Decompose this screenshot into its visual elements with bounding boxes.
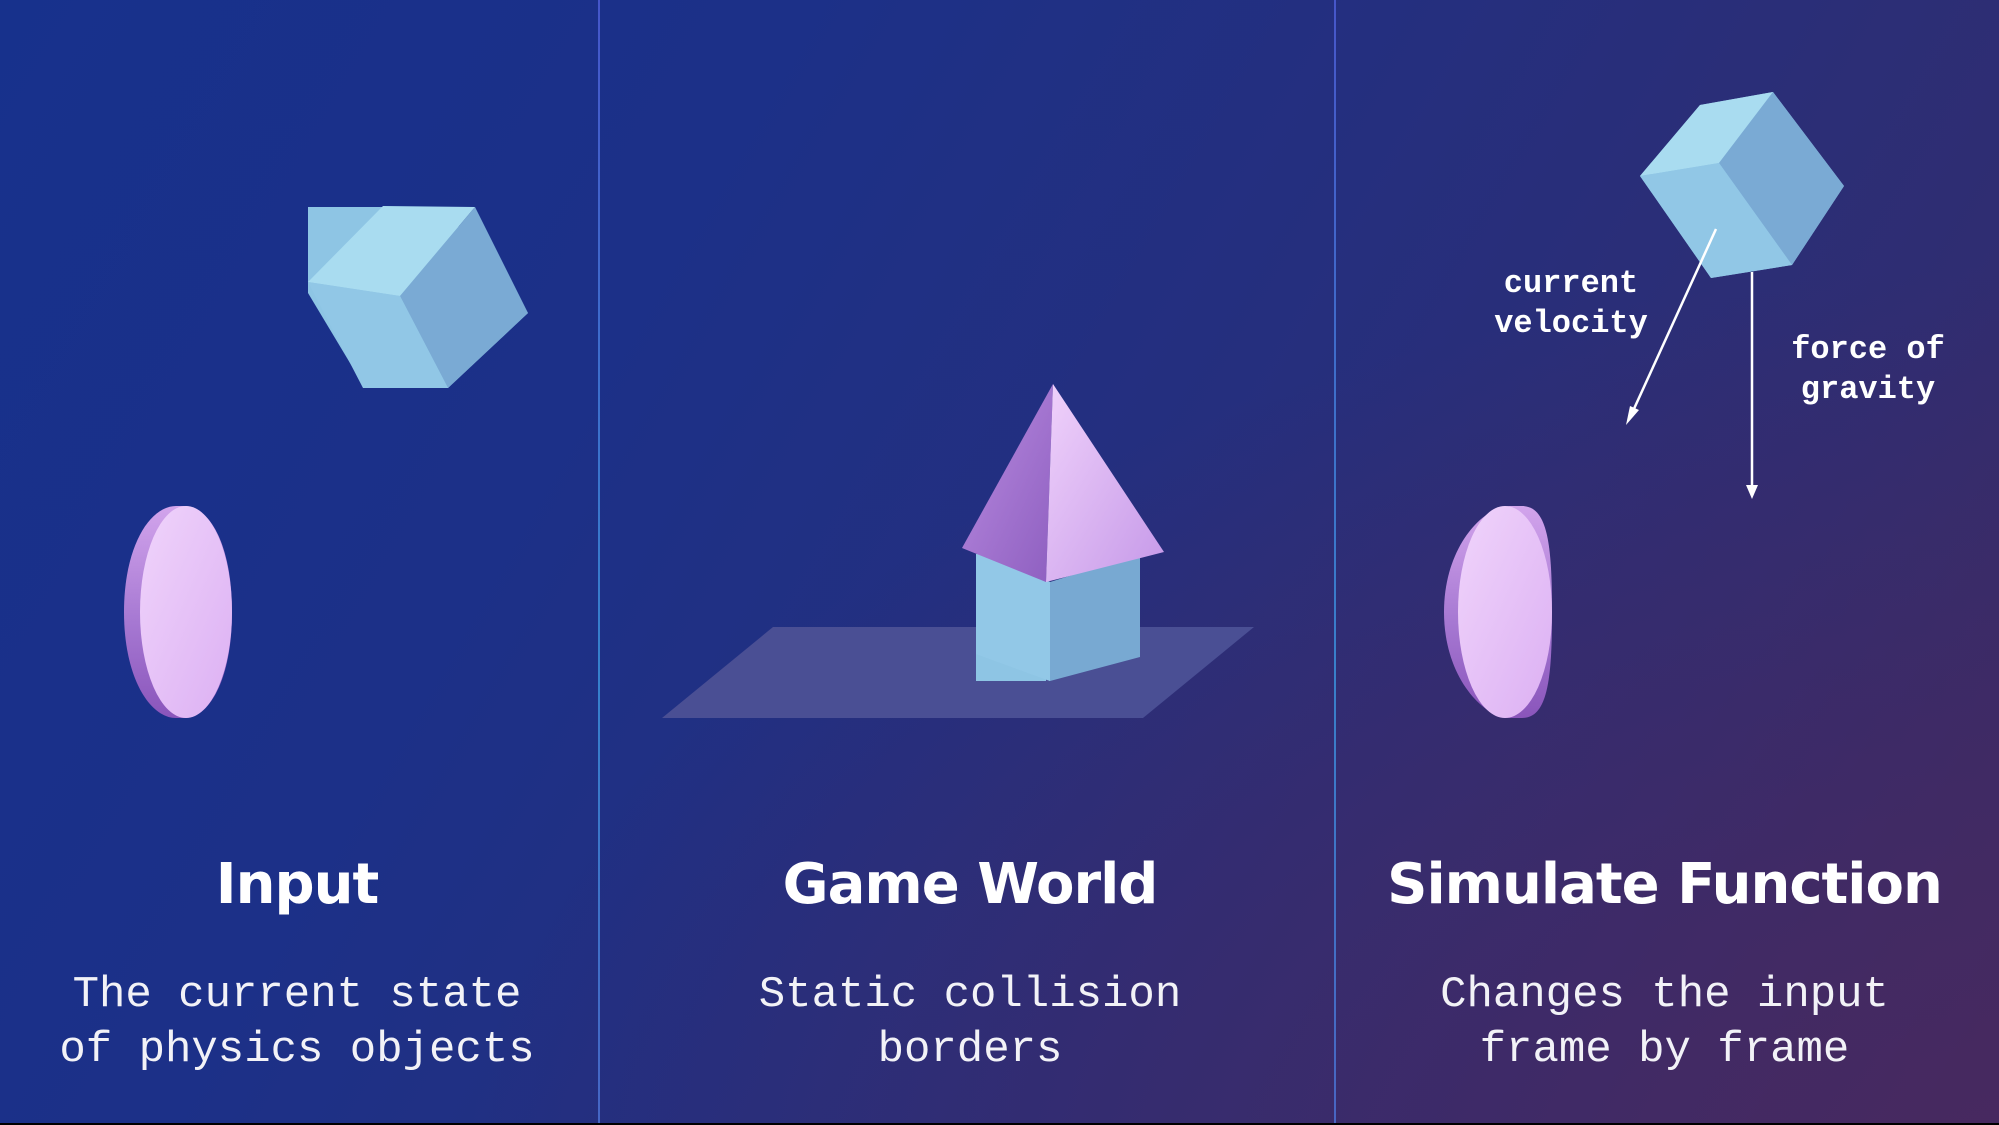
panel-description: Static collision borders: [758, 970, 1182, 1075]
cube-shape: [308, 206, 528, 388]
panel-description: Changes the input frame by frame: [1440, 970, 1889, 1075]
input-panel: Input The current state of physics objec…: [0, 0, 598, 1123]
cube-shape: [1640, 92, 1844, 278]
slide: Input The current state of physics objec…: [0, 0, 1999, 1123]
gravity-label: force of gravity: [1791, 331, 1945, 408]
game-world-scene: [662, 384, 1254, 718]
input-scene: [124, 206, 528, 718]
game-world-panel: Game World Static collision borders: [600, 0, 1334, 1123]
pyramid-shape: [962, 384, 1164, 582]
panel-title: Simulate Function: [1387, 852, 1943, 917]
panel-title: Game World: [782, 852, 1159, 917]
gravity-arrow: [1746, 272, 1758, 499]
velocity-label: current velocity: [1494, 265, 1648, 342]
disc-shape: [1444, 506, 1552, 718]
ground-plane: [662, 627, 1254, 718]
panel-description: The current state of physics objects: [59, 970, 535, 1075]
disc-shape: [124, 506, 232, 718]
simulate-function-panel: current velocity force of gravity Simula…: [1336, 0, 1999, 1123]
panel-title: Input: [215, 852, 379, 917]
